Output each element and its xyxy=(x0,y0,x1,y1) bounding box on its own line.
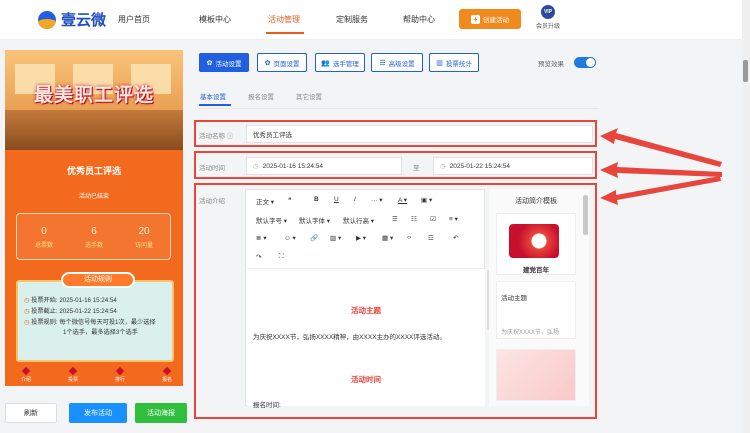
tab-label: 选手管理 xyxy=(332,60,359,68)
vip-upgrade[interactable]: VIP 会员升级 xyxy=(536,5,560,30)
preview-nav-label: 排行 xyxy=(114,377,125,383)
tab-contestant-management[interactable]: 👥 选手管理 xyxy=(315,53,365,72)
diamond-icon xyxy=(21,366,31,376)
arrow-to-intro xyxy=(600,176,721,205)
nav-home[interactable]: 用户首页 xyxy=(118,14,150,25)
event-status: 活动已结束 xyxy=(78,194,109,200)
users-icon: 👥 xyxy=(321,59,330,67)
brand-name: 壹云微 xyxy=(61,12,107,29)
stat-contestants: 6 选手数 xyxy=(69,226,119,249)
logo-icon xyxy=(38,10,56,29)
rule-vote-cont: 1个选手，最多选择3个选手 xyxy=(63,329,138,336)
poster-desks xyxy=(5,110,183,150)
rule-text: 投票截止: 2025-01-22 15:24:54 xyxy=(31,308,117,315)
nav-active-underline xyxy=(266,32,304,34)
preview-nav-label: 介绍 xyxy=(20,377,31,383)
preview-bottom-nav: 介绍 投票 排行 报名 xyxy=(5,366,183,386)
tab-label: 高级设置 xyxy=(388,60,415,68)
tab-vote-stats[interactable]: ▥ 投票统计 xyxy=(429,53,479,72)
rules-title: 活动规则 xyxy=(61,272,135,288)
sliders-icon: ☰ xyxy=(379,59,386,67)
stat-value: 0 xyxy=(41,226,47,237)
divider xyxy=(199,108,599,109)
highlight-box-intro xyxy=(194,183,597,419)
stat-value: 6 xyxy=(91,226,97,237)
rules-box: ◷ 投票开始: 2025-01-16 15:24:54 ◷ 投票截止: 2025… xyxy=(16,280,174,362)
preview-nav-vote[interactable]: 投票 xyxy=(58,366,88,383)
stat-label: 总票数 xyxy=(34,243,53,249)
highlight-box-name xyxy=(194,120,597,147)
create-activity-label: 创建活动 xyxy=(483,17,509,24)
clock-icon: ◷ xyxy=(24,297,30,304)
subtab-basic[interactable]: 基本设置 xyxy=(200,91,226,101)
poster-image: 最美职工评选 xyxy=(5,50,183,150)
annotation-arrows xyxy=(600,128,722,205)
preview-nav-intro[interactable]: 介绍 xyxy=(11,366,41,383)
preview-effect-toggle[interactable] xyxy=(574,57,596,68)
diamond-icon xyxy=(162,366,172,376)
arrow-to-time xyxy=(600,162,722,178)
gear-icon: ✿ xyxy=(264,59,271,67)
poster-button[interactable]: 活动海报 xyxy=(135,403,187,423)
stat-total-votes: 0 总票数 xyxy=(19,226,69,249)
subtab-other[interactable]: 其它设置 xyxy=(296,91,322,101)
mobile-preview: 最美职工评选 优秀员工评选 活动已结束 0 总票数 6 选手数 20 访问量 ◷… xyxy=(5,50,183,386)
refresh-button[interactable]: 刷新 xyxy=(5,403,57,423)
clock-icon: ◷ xyxy=(24,319,30,326)
rule-vote: ◷ 投票规则: 每个微信号每天可投1次，最少选择 xyxy=(24,318,174,327)
diamond-icon xyxy=(115,366,125,376)
arrow-to-name xyxy=(600,128,722,167)
brand-logo[interactable]: 壹云微 xyxy=(38,9,106,30)
preview-nav-label: 报名 xyxy=(161,377,172,383)
publish-button[interactable]: 发布活动 xyxy=(69,403,127,423)
rule-end: ◷ 投票截止: 2025-01-22 15:24:54 xyxy=(24,307,174,316)
subtab-signup[interactable]: 报名设置 xyxy=(248,91,274,101)
nav-activity-management[interactable]: 活动管理 xyxy=(268,14,300,25)
tab-label: 页面设置 xyxy=(273,60,300,68)
bar-chart-icon: ▥ xyxy=(436,59,443,67)
nav-help[interactable]: 帮助中心 xyxy=(403,14,435,25)
preview-nav-rank[interactable]: 排行 xyxy=(105,366,135,383)
tab-label: 活动设置 xyxy=(215,60,242,68)
preview-effect-label: 预览效果 xyxy=(538,61,564,68)
vip-label: 会员升级 xyxy=(536,24,561,30)
rule-text: 投票开始: 2025-01-16 15:24:54 xyxy=(31,297,117,304)
clock-icon: ◷ xyxy=(24,308,30,315)
stat-visits: 20 访问量 xyxy=(119,226,169,249)
create-activity-button[interactable]: + 创建活动 xyxy=(459,9,521,29)
stat-value: 20 xyxy=(138,226,150,237)
stat-label: 访问量 xyxy=(134,243,153,249)
tab-label: 投票统计 xyxy=(445,60,472,68)
stat-label: 选手数 xyxy=(84,243,103,249)
gear-icon: ✿ xyxy=(206,59,213,67)
page-scrollbar[interactable] xyxy=(742,0,750,433)
highlight-box-time xyxy=(194,151,597,179)
scrollbar-thumb[interactable] xyxy=(743,60,748,82)
poster-title: 最美职工评选 xyxy=(33,85,154,106)
diamond-icon xyxy=(68,366,78,376)
stats-panel: 0 总票数 6 选手数 20 访问量 xyxy=(16,213,171,260)
tab-activity-settings[interactable]: ✿ 活动设置 xyxy=(199,53,249,72)
event-name: 优秀员工评选 xyxy=(66,166,121,176)
nav-custom-service[interactable]: 定制服务 xyxy=(336,14,368,25)
tab-page-settings[interactable]: ✿ 页面设置 xyxy=(257,53,307,72)
preview-nav-signup[interactable]: 报名 xyxy=(152,366,182,383)
plus-icon: + xyxy=(471,14,480,24)
preview-nav-label: 投票 xyxy=(67,377,78,383)
tab-advanced-settings[interactable]: ☰ 高级设置 xyxy=(371,53,423,72)
nav-templates[interactable]: 模板中心 xyxy=(199,14,231,25)
top-nav: 壹云微 用户首页 模板中心 活动管理 定制服务 帮助中心 + 创建活动 VIP … xyxy=(0,0,750,40)
rule-text: 投票规则: 每个微信号每天可投1次，最少选择 xyxy=(31,319,156,326)
subtab-underline xyxy=(199,104,231,106)
rule-start: ◷ 投票开始: 2025-01-16 15:24:54 xyxy=(24,296,174,305)
vip-icon: VIP xyxy=(541,5,555,19)
